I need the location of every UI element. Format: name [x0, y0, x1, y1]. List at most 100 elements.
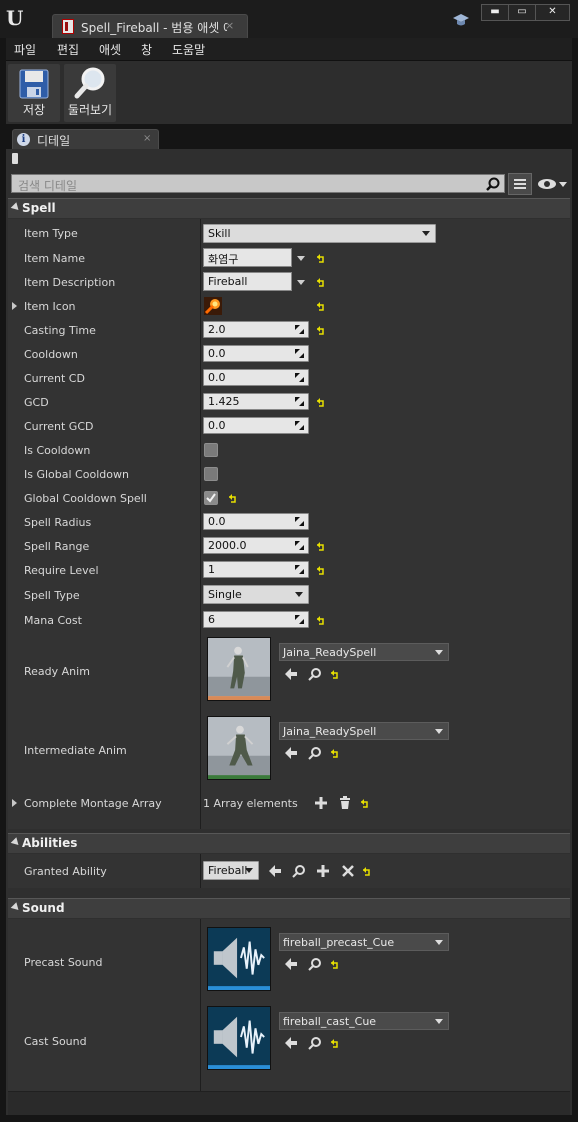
mana-cost-field[interactable]: 6: [203, 611, 309, 628]
reset-to-default-icon[interactable]: [330, 749, 340, 758]
menu-help[interactable]: 도움말: [172, 41, 205, 58]
casting-time-field[interactable]: 2.0: [203, 321, 309, 338]
spell-type-combobox[interactable]: Single: [203, 585, 309, 604]
browse-magnifier-icon[interactable]: [308, 746, 322, 760]
browse-button[interactable]: 둘러보기: [64, 64, 116, 122]
intermediate-anim-asset-picker[interactable]: Jaina_ReadySpell: [279, 722, 449, 740]
property-row: Spell Type Single: [8, 582, 570, 608]
info-icon: i: [17, 133, 30, 146]
drag-arrows-icon: [295, 397, 304, 406]
collapse-arrow-icon: [10, 202, 22, 213]
browse-magnifier-icon[interactable]: [292, 864, 306, 878]
animation-thumbnail-icon[interactable]: [207, 637, 271, 701]
reset-to-default-icon[interactable]: [316, 302, 326, 311]
expand-arrow-icon[interactable]: [12, 799, 17, 807]
menu-asset[interactable]: 애셋: [99, 41, 121, 58]
use-selected-arrow-icon[interactable]: [284, 746, 298, 760]
field-value: 6: [208, 613, 215, 626]
ready-anim-asset-picker[interactable]: Jaina_ReadySpell: [279, 643, 449, 661]
reset-to-default-icon[interactable]: [316, 616, 326, 625]
text-options-chevron-icon[interactable]: [297, 280, 305, 285]
use-selected-arrow-icon[interactable]: [284, 1036, 298, 1050]
property-label: Cooldown: [24, 348, 78, 361]
maximize-button[interactable]: ▭: [509, 5, 536, 20]
animation-thumbnail-icon[interactable]: [207, 716, 271, 780]
menu-edit[interactable]: 편집: [57, 41, 79, 58]
property-label: Is Global Cooldown: [24, 468, 129, 481]
fireball-texture-icon[interactable]: [204, 297, 222, 315]
current-gcd-field[interactable]: 0.0: [203, 417, 309, 434]
close-details-icon[interactable]: ×: [143, 133, 151, 144]
reset-to-default-icon[interactable]: [316, 542, 326, 551]
menu-window[interactable]: 창: [141, 41, 152, 58]
spell-radius-field[interactable]: 0.0: [203, 513, 309, 530]
new-blueprint-plus-icon[interactable]: [316, 864, 330, 878]
reset-to-default-icon[interactable]: [330, 960, 340, 969]
clear-x-icon[interactable]: [341, 864, 355, 878]
details-tab[interactable]: i 디테일 ×: [12, 129, 159, 149]
property-matrix-button[interactable]: [508, 173, 532, 195]
browse-label: 둘러보기: [67, 103, 113, 117]
document-tab[interactable]: Spell_Fireball - 범용 애셋 에 ×: [52, 14, 248, 38]
reset-to-default-icon[interactable]: [316, 254, 326, 263]
reset-to-default-icon[interactable]: [316, 326, 326, 335]
close-tab-icon[interactable]: ×: [225, 19, 234, 32]
save-button[interactable]: 저장: [8, 64, 60, 122]
category-sound-header[interactable]: Sound: [8, 898, 570, 918]
category-spell-header[interactable]: Spell: [8, 198, 570, 218]
trash-icon[interactable]: [338, 796, 352, 810]
precast-sound-asset-picker[interactable]: fireball_precast_Cue: [279, 933, 449, 951]
global-cooldown-spell-checkbox[interactable]: [204, 491, 218, 505]
require-level-field[interactable]: 1: [203, 561, 309, 578]
expand-arrow-icon[interactable]: [12, 302, 17, 310]
cast-sound-asset-picker[interactable]: fireball_cast_Cue: [279, 1012, 449, 1030]
current-cd-field[interactable]: 0.0: [203, 369, 309, 386]
reset-to-default-icon[interactable]: [316, 398, 326, 407]
lock-icon[interactable]: [12, 153, 18, 164]
granted-ability-class-picker[interactable]: Fireball: [203, 861, 259, 880]
browse-magnifier-icon[interactable]: [308, 667, 322, 681]
is-cooldown-checkbox[interactable]: [204, 443, 218, 457]
search-details-input[interactable]: 검색 디테일: [11, 174, 505, 193]
sound-cue-thumbnail-icon[interactable]: [207, 1006, 271, 1070]
field-value: 1: [208, 563, 215, 576]
search-placeholder: 검색 디테일: [18, 179, 78, 193]
use-selected-arrow-icon[interactable]: [284, 957, 298, 971]
item-name-input[interactable]: 화염구: [203, 248, 292, 267]
gcd-field[interactable]: 1.425: [203, 393, 309, 410]
close-window-button[interactable]: ✕: [536, 5, 569, 20]
reset-to-default-icon[interactable]: [316, 566, 326, 575]
search-icon[interactable]: [486, 177, 500, 191]
reset-to-default-icon[interactable]: [330, 1039, 340, 1048]
reset-to-default-icon[interactable]: [360, 799, 370, 808]
view-options-eye-icon[interactable]: [537, 177, 567, 191]
reset-to-default-icon[interactable]: [228, 494, 238, 503]
text-options-chevron-icon[interactable]: [297, 256, 305, 261]
browse-magnifier-icon[interactable]: [308, 957, 322, 971]
sound-cue-thumbnail-icon[interactable]: [207, 927, 271, 991]
item-description-input[interactable]: Fireball: [203, 272, 292, 291]
category-abilities-header[interactable]: Abilities: [8, 833, 570, 853]
minimize-button[interactable]: ▬: [482, 5, 509, 20]
category-spell-body: Item Type Skill Item Name 화염구 Item Descr…: [8, 219, 570, 829]
spell-range-field[interactable]: 2000.0: [203, 537, 309, 554]
use-selected-arrow-icon[interactable]: [284, 667, 298, 681]
add-element-plus-icon[interactable]: [314, 796, 328, 810]
item-type-combobox[interactable]: Skill: [203, 224, 436, 243]
property-row: Precast Sound fireball_precast_Cue: [8, 922, 570, 1001]
graduation-cap-icon[interactable]: [452, 12, 470, 28]
asset-name: fireball_precast_Cue: [283, 936, 395, 949]
cooldown-field[interactable]: 0.0: [203, 345, 309, 362]
property-label: Mana Cost: [24, 614, 82, 627]
reset-to-default-icon[interactable]: [316, 278, 326, 287]
menu-file[interactable]: 파일: [14, 41, 36, 58]
drag-arrows-icon: [295, 615, 304, 624]
chevron-down-icon: [422, 231, 430, 236]
is-global-cooldown-checkbox[interactable]: [204, 467, 218, 481]
reset-to-default-icon[interactable]: [330, 670, 340, 679]
use-selected-arrow-icon[interactable]: [268, 864, 282, 878]
reset-to-default-icon[interactable]: [362, 867, 372, 876]
floppy-disk-icon: [19, 69, 49, 99]
property-row: Ready Anim Jaina_ReadySpell: [8, 632, 570, 711]
browse-magnifier-icon[interactable]: [308, 1036, 322, 1050]
